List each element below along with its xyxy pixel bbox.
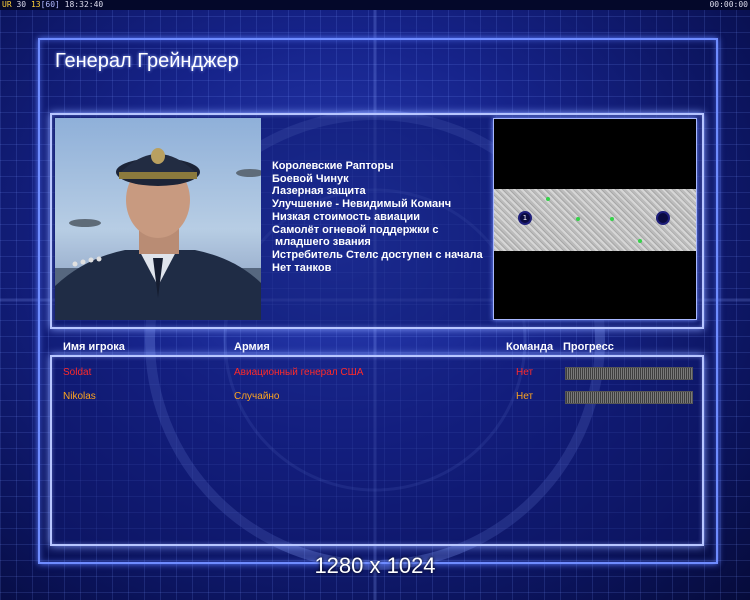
- status-timer: 00:00:00: [709, 0, 748, 9]
- player-army: Авиационный генерал США: [234, 367, 364, 378]
- players-panel: [50, 355, 704, 546]
- player-name: Soldat: [63, 367, 92, 378]
- portrait-illustration: [55, 148, 261, 320]
- perk-item: Улучшение - Невидимый Команч: [272, 198, 452, 211]
- player-progress-bar: [565, 391, 693, 404]
- perk-item: Истребитель Стелс доступен с начала: [272, 248, 483, 261]
- perk-item: младшего звания: [272, 236, 371, 249]
- general-portrait: [55, 118, 261, 320]
- header-army: Армия: [234, 341, 270, 353]
- header-player-name: Имя игрока: [63, 341, 125, 353]
- supply-dot: [546, 197, 550, 201]
- perk-item: Низкая стоимость авиации: [272, 210, 421, 223]
- status-bar: UR 30 13[60] 18:32:40 00:00:00: [0, 0, 750, 10]
- status-fps: [60]: [40, 0, 60, 9]
- player-name: Nikolas: [63, 391, 96, 402]
- perk-item: Лазерная защита: [272, 185, 366, 198]
- map-preview[interactable]: 1: [493, 118, 697, 320]
- status-bar-left: UR 30 13[60] 18:32:40: [2, 0, 103, 10]
- player-progress-bar: [565, 367, 693, 380]
- supply-dot: [638, 239, 642, 243]
- status-value-a: 30: [16, 0, 27, 9]
- perk-item: Нет танков: [272, 261, 332, 274]
- header-team: Команда: [506, 341, 554, 353]
- player-team: Нет: [516, 367, 534, 378]
- perk-item: Боевой Чинук: [272, 172, 349, 185]
- player-army: Случайно: [234, 391, 280, 402]
- status-ur-label: UR: [2, 0, 12, 9]
- start-position-2[interactable]: [656, 211, 670, 225]
- resolution-label: 1280 x 1024: [314, 553, 436, 578]
- supply-dot: [576, 217, 580, 221]
- perk-item: Королевские Рапторы: [272, 160, 394, 172]
- status-clock: 18:32:40: [64, 0, 104, 9]
- supply-dot: [610, 217, 614, 221]
- general-perks-list: Королевские Рапторы Боевой Чинук Лазерна…: [272, 160, 492, 274]
- start-position-1[interactable]: 1: [518, 211, 532, 225]
- map-terrain: 1: [494, 189, 696, 251]
- perk-item: Самолёт огневой поддержки с: [272, 223, 439, 236]
- player-team: Нет: [516, 391, 534, 402]
- general-title: Генерал Грейнджер: [55, 50, 239, 72]
- status-value-b: 13: [30, 0, 41, 9]
- header-progress: Прогресс: [563, 341, 614, 353]
